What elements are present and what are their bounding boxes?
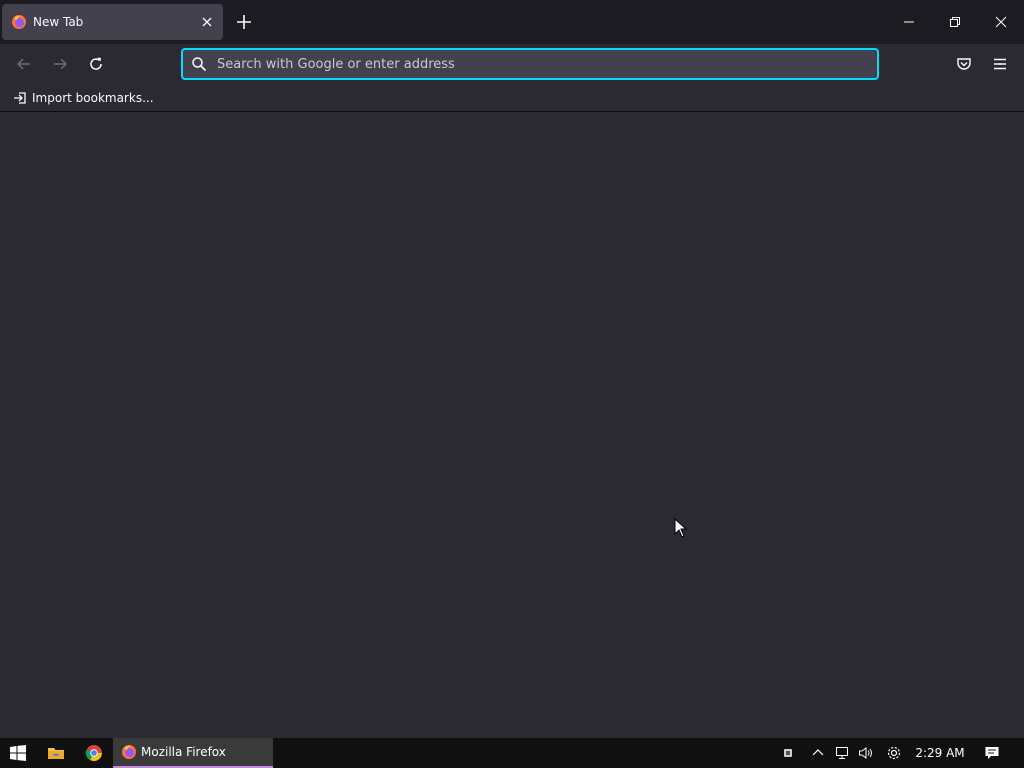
import-bookmarks-button[interactable]: Import bookmarks... [8, 87, 158, 109]
address-input[interactable] [215, 53, 855, 75]
volume-icon [859, 747, 872, 759]
search-icon [192, 57, 207, 72]
network-button[interactable] [830, 738, 854, 768]
action-center-button[interactable] [978, 738, 1006, 768]
firefox-icon [122, 745, 136, 759]
url-bar[interactable] [181, 48, 879, 80]
forward-arrow-icon [54, 58, 67, 70]
tab-title: New Tab [33, 15, 84, 29]
window-close-button[interactable] [978, 0, 1024, 44]
app-menu-button[interactable] [988, 52, 1012, 76]
import-icon [14, 92, 26, 104]
import-bookmarks-label: Import bookmarks... [32, 91, 154, 105]
navigation-toolbar [0, 44, 1024, 84]
file-explorer-taskbar-button[interactable] [38, 738, 74, 768]
show-hidden-icons-button[interactable] [806, 738, 830, 768]
minimize-icon [904, 21, 914, 23]
settings-button[interactable] [882, 738, 906, 768]
tab-strip: New Tab [0, 0, 1024, 44]
page-content[interactable] [0, 113, 1024, 738]
mouse-cursor-icon [674, 518, 688, 538]
tab-new-tab[interactable]: New Tab [2, 4, 223, 40]
volume-button[interactable] [854, 738, 878, 768]
start-button[interactable] [0, 738, 36, 768]
tray-app-icon [784, 749, 792, 757]
close-icon [995, 16, 1007, 28]
file-explorer-icon [48, 748, 64, 759]
bookmarks-toolbar: Import bookmarks... [0, 84, 1024, 112]
reload-button[interactable] [84, 52, 108, 76]
hamburger-menu-icon [994, 58, 1006, 70]
taskbar-clock[interactable]: 2:29 AM [912, 738, 968, 768]
back-button[interactable] [12, 52, 36, 76]
firefox-taskbar-label: Mozilla Firefox [141, 745, 226, 759]
network-icon [836, 747, 848, 759]
plus-icon[interactable] [232, 10, 256, 34]
taskbar: Mozilla Firefox 2:29 AM [0, 738, 1024, 768]
close-icon[interactable] [200, 15, 214, 29]
windows-start-icon [10, 745, 26, 761]
firefox-taskbar-button[interactable]: Mozilla Firefox [113, 738, 273, 768]
tray-app-button[interactable] [776, 738, 800, 768]
pocket-icon [957, 58, 971, 70]
minimize-button[interactable] [886, 0, 932, 44]
action-center-icon [985, 747, 999, 759]
pocket-button[interactable] [952, 52, 976, 76]
chrome-taskbar-button[interactable] [76, 738, 112, 768]
restore-icon [950, 17, 960, 27]
firefox-icon [12, 15, 26, 29]
chrome-icon [85, 745, 102, 762]
chevron-up-icon [812, 749, 824, 756]
forward-button[interactable] [48, 52, 72, 76]
settings-icon [887, 746, 901, 760]
restore-button[interactable] [932, 0, 978, 44]
reload-icon [90, 57, 102, 70]
back-arrow-icon [17, 58, 30, 70]
